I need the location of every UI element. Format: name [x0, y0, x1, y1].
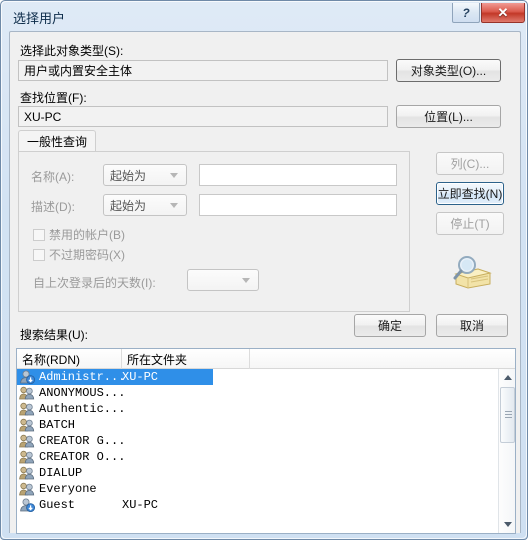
search-results-label: 搜索结果(U):	[20, 328, 88, 342]
scroll-down-icon[interactable]	[499, 516, 515, 533]
group-icon	[19, 466, 35, 480]
name-input[interactable]	[199, 164, 397, 186]
table-row[interactable]: CREATOR G...	[17, 433, 515, 449]
description-condition-value: 起始为	[110, 198, 147, 213]
column-header-name[interactable]: 名称(RDN)	[17, 349, 122, 369]
magnifier-folder-icon	[448, 254, 492, 290]
chevron-down-icon	[170, 173, 178, 178]
close-icon[interactable]: ✕	[481, 3, 525, 23]
disabled-accounts-checkbox[interactable]: 禁用的帐户(B)	[33, 226, 125, 243]
checkbox-box	[33, 228, 45, 241]
table-row[interactable]: Everyone	[17, 481, 515, 497]
tab-general-query[interactable]: 一般性查询	[18, 130, 96, 152]
row-name: CREATOR G...	[39, 434, 126, 448]
group-icon	[19, 418, 35, 432]
window-title: 选择用户	[13, 11, 66, 26]
general-query-panel: 名称(A): 起始为 描述(D): 起始为 禁用的帐户(B) 不过期密码(X) …	[18, 151, 410, 312]
chevron-down-icon	[170, 203, 178, 208]
non-expiring-password-label: 不过期密码(X)	[49, 248, 125, 262]
chevron-down-icon	[242, 278, 250, 283]
list-header-row: 名称(RDN) 所在文件夹	[17, 349, 515, 369]
list-rows-container: Administr... XU-PC ANONYMOUS... Authentic…	[17, 369, 515, 533]
table-row[interactable]: Guest XU-PC	[17, 497, 515, 513]
row-name: CREATOR O...	[39, 450, 126, 464]
name-label: 名称(A):	[31, 170, 75, 184]
checkbox-box	[33, 248, 45, 261]
help-icon[interactable]: ?	[452, 3, 480, 23]
vertical-scrollbar[interactable]	[498, 369, 515, 533]
table-row[interactable]: BATCH	[17, 417, 515, 433]
row-name: Authentic...	[39, 402, 126, 416]
scroll-up-icon[interactable]	[499, 369, 515, 386]
table-row[interactable]: CREATOR O...	[17, 449, 515, 465]
row-name: ANONYMOUS...	[39, 386, 126, 400]
object-type-input[interactable]: 用户或内置安全主体	[18, 60, 388, 81]
row-name: DIALUP	[39, 466, 83, 480]
cancel-button[interactable]: 取消	[436, 314, 508, 337]
select-user-dialog: 选择用户 ? ✕ 选择此对象类型(S): 用户或内置安全主体 对象类型(O)..…	[0, 0, 528, 540]
days-since-logon-label: 自上次登录后的天数(I):	[33, 276, 156, 290]
group-icon	[19, 450, 35, 464]
name-condition-select[interactable]: 起始为	[103, 164, 187, 186]
dialog-client-area: 选择此对象类型(S): 用户或内置安全主体 对象类型(O)... 查找位置(F)…	[9, 31, 521, 534]
user-icon	[19, 498, 36, 513]
non-expiring-password-checkbox[interactable]: 不过期密码(X)	[33, 246, 125, 263]
find-now-button[interactable]: 立即查找(N)	[436, 182, 504, 205]
row-name: Guest	[39, 498, 76, 512]
object-type-label: 选择此对象类型(S):	[20, 44, 124, 58]
row-folder: XU-PC	[122, 370, 159, 384]
group-icon	[19, 402, 35, 416]
description-label: 描述(D):	[31, 200, 75, 214]
columns-button[interactable]: 列(C)...	[436, 152, 504, 175]
stop-button[interactable]: 停止(T)	[436, 212, 504, 235]
caption-button-group: ? ✕	[452, 3, 525, 23]
column-header-folder[interactable]: 所在文件夹	[122, 349, 250, 369]
user-icon	[19, 370, 36, 385]
group-icon	[19, 386, 35, 400]
ok-button[interactable]: 确定	[354, 314, 426, 337]
table-row[interactable]: DIALUP	[17, 465, 515, 481]
group-icon	[19, 434, 35, 448]
row-folder: XU-PC	[122, 498, 159, 512]
description-input[interactable]	[199, 194, 397, 216]
row-name: Everyone	[39, 482, 97, 496]
column-header-filler	[250, 349, 500, 369]
table-row[interactable]: Administr... XU-PC	[17, 369, 213, 385]
row-name: Administr...	[39, 370, 126, 384]
name-condition-value: 起始为	[110, 168, 147, 183]
location-button[interactable]: 位置(L)...	[396, 105, 501, 128]
disabled-accounts-label: 禁用的帐户(B)	[49, 228, 125, 242]
scrollbar-thumb[interactable]	[500, 387, 515, 443]
location-input[interactable]: XU-PC	[18, 106, 388, 127]
row-name: BATCH	[39, 418, 76, 432]
group-icon	[19, 482, 35, 496]
search-results-list[interactable]: 名称(RDN) 所在文件夹 Administr... XU-PC ANONYMOU…	[16, 348, 516, 534]
title-bar[interactable]: 选择用户 ? ✕	[1, 1, 528, 31]
table-row[interactable]: ANONYMOUS...	[17, 385, 515, 401]
object-types-button[interactable]: 对象类型(O)...	[396, 59, 501, 82]
description-condition-select[interactable]: 起始为	[103, 194, 187, 216]
location-label: 查找位置(F):	[20, 91, 87, 105]
scrollbar-grip-icon	[505, 411, 512, 419]
table-row[interactable]: Authentic...	[17, 401, 515, 417]
days-since-logon-select[interactable]	[187, 269, 259, 291]
